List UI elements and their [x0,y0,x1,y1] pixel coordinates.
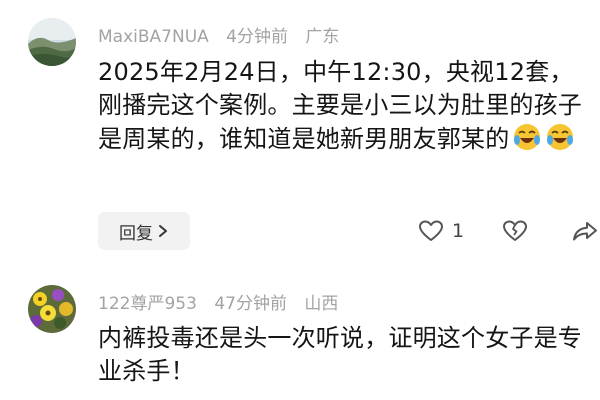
username[interactable]: 122尊严953 [98,294,197,314]
heart-icon [419,220,443,241]
like-count: 1 [452,220,465,242]
laughing-crying-emoji-icon [547,124,574,150]
timestamp: 4分钟前 [226,27,288,47]
comment-text-content: 内裤投毒还是头一次听说，证明这个女子是专业杀手！ [98,324,582,385]
timestamp: 47分钟前 [214,294,287,314]
username[interactable]: MaxiBA7NUA [98,27,209,47]
location: 广东 [305,27,340,47]
avatar[interactable] [28,285,76,333]
comment-text-content: 2025年2月24日，中午12:30，央视12套，刚播完这个案例。主要是小三以为… [98,58,582,153]
like-button[interactable]: 1 [418,219,464,243]
comment-text: 内裤投毒还是头一次听说，证明这个女子是专业杀手！ [98,322,588,388]
location: 山西 [304,294,339,314]
reply-button[interactable]: 回复 [98,212,190,250]
comment-meta: MaxiBA7NUA 4分钟前 广东 [98,22,351,47]
comment-text: 2025年2月24日，中午12:30，央视12套，刚播完这个案例。主要是小三以为… [98,56,588,156]
avatar-flowers-image [28,285,76,333]
comment-actions: 1 [418,214,598,248]
share-arrow-icon [573,222,598,241]
comment-item: 122尊严953 47分钟前 山西 内裤投毒还是头一次听说，证明这个女子是专业杀… [0,265,600,400]
comment-item: MaxiBA7NUA 4分钟前 广东 2025年2月24日，中午12:30，央视… [0,0,600,265]
avatar-landscape-image [28,18,76,66]
broken-heart-icon [503,220,528,241]
avatar[interactable] [28,18,76,66]
chevron-right-icon [159,225,167,237]
dislike-button[interactable] [502,219,528,243]
comment-meta: 122尊严953 47分钟前 山西 [98,289,350,314]
laughing-crying-emoji-icon [514,124,541,150]
reply-label: 回复 [119,223,153,244]
share-button[interactable] [572,219,598,243]
